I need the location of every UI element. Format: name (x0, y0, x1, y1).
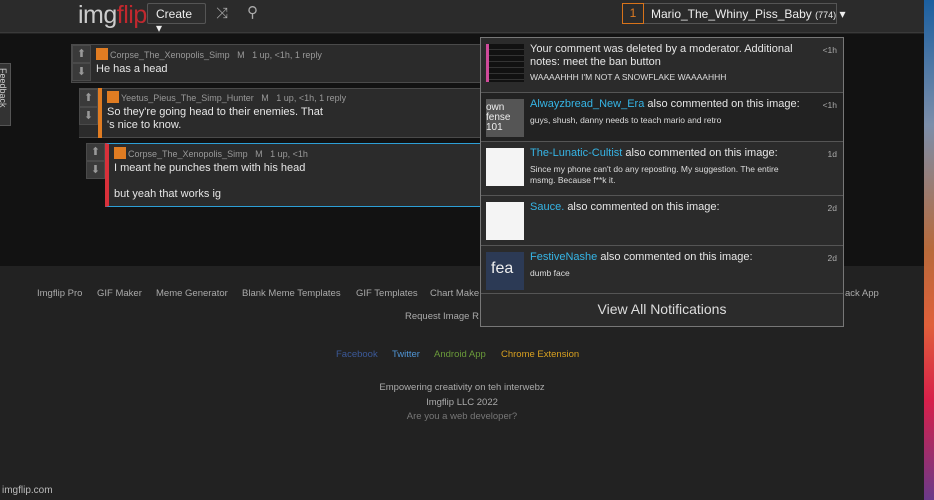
notification-item[interactable]: Sauce. also commented on this image: 2d (481, 196, 843, 246)
shuffle-icon[interactable]: ⤨ (216, 5, 228, 22)
notification-thumbnail: own fense 101 (486, 99, 524, 137)
footer-link-meme-generator[interactable]: Meme Generator (156, 288, 228, 299)
notification-thumbnail (486, 202, 524, 240)
user-badge: M (237, 50, 245, 60)
comment-info: 1 up, <1h (270, 149, 308, 159)
comment-text: He has a head (96, 63, 168, 75)
feedback-tab[interactable]: Feedback (0, 63, 11, 126)
page: imgflip Create ▾ ⤨ ⚲ 1 Mario_The_Whiny_P… (0, 0, 924, 500)
logo-text: img (78, 1, 117, 29)
comment-text: So they're going head to their enemies. … (107, 106, 323, 131)
logo-text-accent: flip (116, 1, 147, 29)
view-all-notifications-button[interactable]: View All Notifications (481, 294, 843, 317)
footer-link-pro[interactable]: Imgflip Pro (37, 288, 82, 299)
notification-user-link[interactable]: Sauce. (530, 201, 564, 213)
downvote-icon[interactable]: ⬇ (86, 161, 105, 179)
developer-link[interactable]: Are you a web developer? (0, 411, 924, 422)
top-nav: imgflip Create ▾ ⤨ ⚲ 1 Mario_The_Whiny_P… (0, 0, 924, 35)
vote-controls: ⬆ ⬇ (72, 45, 91, 81)
user-avatar-icon[interactable] (96, 48, 108, 60)
notification-count-button[interactable]: 1 (622, 3, 644, 24)
comment-author[interactable]: Yeetus_Pieus_The_Simp_Hunter (121, 93, 254, 103)
tagline: Empowering creativity on teh interwebz (379, 382, 545, 393)
vote-controls: ⬆ ⬇ (79, 89, 98, 125)
notification-age: <1h (822, 100, 837, 110)
comment-text: I meant he punches them with his head (114, 162, 306, 174)
notification-item[interactable]: own fense 101 Alwayzbread_New_Era also c… (481, 93, 843, 142)
chrome-extension-link[interactable]: Chrome Extension (501, 349, 579, 360)
notification-action: also commented on this image: (600, 251, 753, 263)
notification-text: Since my phone can't do any reposting. M… (530, 163, 779, 185)
footer-link-gif-maker[interactable]: GIF Maker (97, 288, 142, 299)
comment-body: Corpse_The_Xenopolis_Simp M 1 up, <1h I … (105, 143, 505, 207)
footer-link-chart-maker[interactable]: Chart Make (430, 288, 479, 299)
notification-action: also commented on this image: (625, 147, 778, 159)
upvote-icon[interactable]: ⬆ (72, 45, 91, 63)
notification-text: guys, shush, danny needs to teach mario … (530, 114, 722, 125)
upvote-icon[interactable]: ⬆ (86, 143, 105, 161)
comment-text: but yeah that works ig (114, 188, 222, 200)
footer-link-gif-templates[interactable]: GIF Templates (356, 288, 418, 299)
notification-text: WAAAAHHH I'M NOT A SNOWFLAKE WAAAAHHH (530, 72, 727, 82)
notifications-dropdown: Your comment was deleted by a moderator.… (480, 37, 844, 327)
copyright: Imgflip LLC 2022 (426, 397, 498, 408)
notification-age: 1d (827, 149, 837, 159)
footer-link-request[interactable]: Request Image R (405, 311, 479, 322)
notification-text: dumb face (530, 267, 570, 278)
comment: ⬆ ⬇ Yeetus_Pieus_The_Simp_Hunter M 1 up, … (79, 88, 499, 138)
android-app-link[interactable]: Android App (434, 349, 486, 360)
chevron-down-icon: ▾ (839, 7, 846, 21)
notification-age: 2d (827, 253, 837, 263)
notification-user-link[interactable]: The-Lunatic-Cultist (530, 147, 622, 159)
upvote-icon[interactable]: ⬆ (79, 89, 98, 107)
comment-body: Corpse_The_Xenopolis_Simp M 1 up, <1h, 1… (91, 45, 327, 79)
user-badge: M (255, 149, 263, 159)
notification-thumbnail: fea (486, 252, 524, 290)
user-avatar-icon[interactable] (114, 147, 126, 159)
notification-item[interactable]: Your comment was deleted by a moderator.… (481, 38, 843, 93)
notification-action: also commented on this image: (647, 98, 800, 110)
comment-info: 1 up, <1h, 1 reply (276, 93, 347, 103)
vote-controls: ⬆ ⬇ (86, 143, 105, 179)
downvote-icon[interactable]: ⬇ (79, 107, 98, 125)
notification-age: <1h (822, 45, 837, 55)
footer-link-blank-templates[interactable]: Blank Meme Templates (242, 288, 341, 299)
comment-body: Yeetus_Pieus_The_Simp_Hunter M 1 up, <1h… (98, 88, 351, 138)
comment-author[interactable]: Corpse_The_Xenopolis_Simp (110, 50, 230, 60)
notification-item[interactable]: fea FestiveNashe also commented on this … (481, 246, 843, 294)
user-menu-button[interactable]: Mario_The_Whiny_Piss_Baby (774) ▾ (644, 3, 845, 24)
feedback-label: Feedback (0, 68, 8, 108)
notification-thumbnail (486, 148, 524, 186)
desktop-background (924, 0, 934, 500)
notification-action: also commented on this image: (567, 201, 720, 213)
comment-author[interactable]: Corpse_The_Xenopolis_Simp (128, 149, 248, 159)
twitter-link[interactable]: Twitter (392, 349, 420, 360)
notification-title: Your comment was deleted by a moderator.… (530, 43, 793, 68)
comment: ⬆ ⬇ Corpse_The_Xenopolis_Simp M 1 up, <1h… (71, 44, 491, 83)
notification-thumbnail (486, 44, 524, 82)
facebook-link[interactable]: Facebook (336, 349, 378, 360)
downvote-icon[interactable]: ⬇ (72, 63, 91, 81)
create-button[interactable]: Create ▾ (147, 3, 206, 35)
search-icon[interactable]: ⚲ (247, 3, 258, 21)
notification-age: 2d (827, 203, 837, 213)
user-points: (774) (815, 10, 837, 20)
notification-item[interactable]: The-Lunatic-Cultist also commented on th… (481, 142, 843, 196)
notification-user-link[interactable]: Alwayzbread_New_Era (530, 98, 644, 110)
comment-info: 1 up, <1h, 1 reply (252, 50, 322, 60)
comment: ⬆ ⬇ Corpse_The_Xenopolis_Simp M 1 up, <1h… (86, 143, 506, 207)
imgflip-logo[interactable]: imgflip (78, 1, 147, 30)
user-badge: M (261, 93, 269, 103)
user-avatar-icon[interactable] (107, 91, 119, 103)
notification-user-link[interactable]: FestiveNashe (530, 251, 597, 263)
status-bar-url: imgflip.com (2, 485, 53, 496)
footer-link-app[interactable]: ack App (845, 288, 879, 299)
username: Mario_The_Whiny_Piss_Baby (651, 7, 812, 21)
